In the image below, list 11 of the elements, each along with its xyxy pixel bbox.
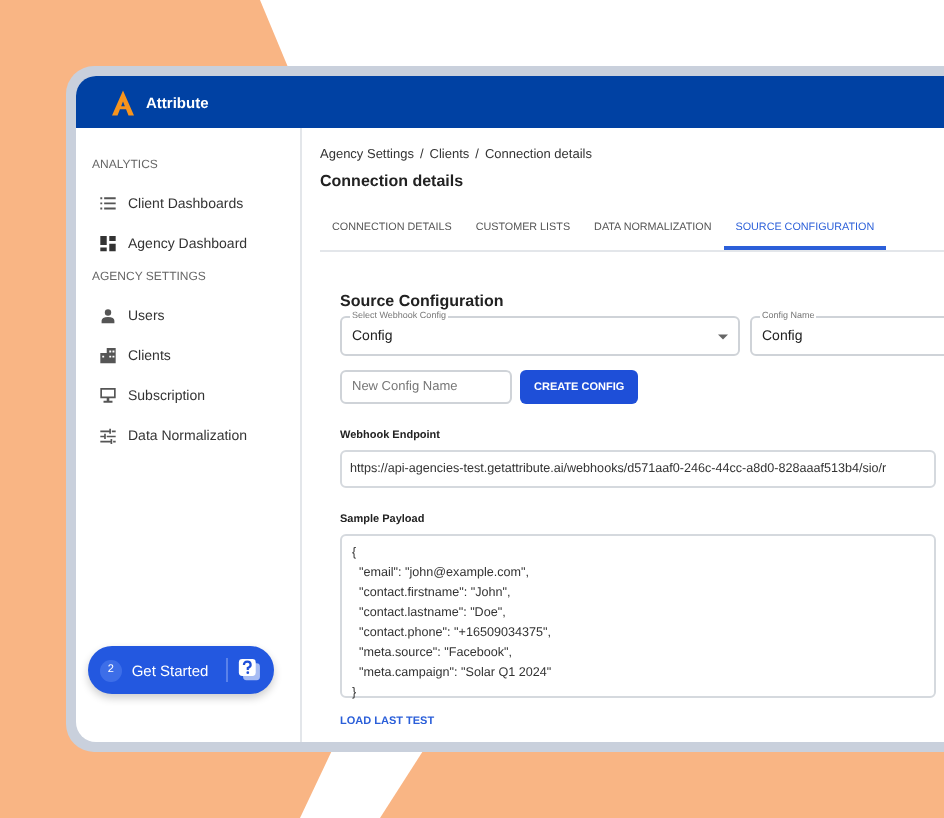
help-icon [238, 658, 262, 682]
monitor-icon [100, 388, 116, 404]
sliders-icon [100, 428, 116, 444]
building-icon [100, 348, 116, 364]
caret-icon [718, 333, 728, 339]
logo-icon [112, 89, 134, 115]
page-title: Connection details [320, 172, 466, 190]
list-icon [100, 196, 116, 212]
user-icon [100, 308, 116, 324]
section-title: Source Configuration [340, 292, 506, 310]
dashboard-icon [100, 236, 116, 252]
